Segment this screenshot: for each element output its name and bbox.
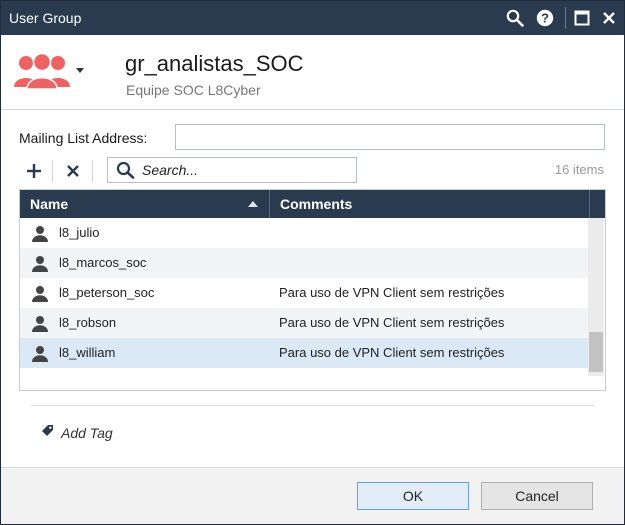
header-divider [1, 109, 624, 110]
members-table: Name Comments l8_julio l8_marcos_soc l8_… [19, 189, 606, 391]
column-header-comments[interactable]: Comments [280, 196, 352, 212]
user-group-dialog: User Group ? gr_analistas_SOC Equipe SOC… [0, 0, 625, 525]
member-name: l8_william [59, 345, 116, 360]
tag-icon [41, 424, 54, 442]
user-icon [32, 225, 48, 247]
dialog-footer: OK Cancel [1, 467, 624, 524]
user-icon [32, 285, 48, 307]
member-name: l8_marcos_soc [59, 255, 147, 270]
close-icon[interactable] [598, 7, 620, 29]
table-row-selected[interactable]: l8_william Para uso de VPN Client sem re… [20, 338, 589, 368]
remove-member-button[interactable] [60, 158, 86, 184]
table-header: Name Comments [20, 190, 605, 218]
user-icon [32, 255, 48, 277]
column-divider [589, 190, 590, 218]
title-separator [565, 7, 566, 29]
mailing-list-input[interactable] [175, 124, 605, 150]
mailing-list-label: Mailing List Address: [19, 130, 148, 146]
table-row[interactable]: l8_julio [20, 218, 589, 248]
plus-icon [27, 164, 41, 178]
tags-divider [31, 405, 594, 406]
maximize-icon[interactable] [571, 7, 593, 29]
window-title: User Group [9, 10, 82, 26]
x-icon [67, 165, 79, 177]
table-body: l8_julio l8_marcos_soc l8_peterson_soc P… [20, 218, 589, 368]
search-box[interactable] [107, 157, 357, 183]
toolbar-separator [52, 160, 53, 182]
member-name: l8_peterson_soc [59, 285, 155, 300]
scrollbar-thumb[interactable] [589, 332, 603, 372]
member-name: l8_robson [59, 315, 117, 330]
search-icon [116, 161, 136, 184]
add-tag-label: Add Tag [61, 425, 113, 441]
chevron-down-icon[interactable] [76, 68, 84, 73]
cancel-button[interactable]: Cancel [481, 482, 593, 510]
group-name: gr_analistas_SOC [125, 51, 304, 76]
member-name: l8_julio [59, 225, 100, 240]
sort-ascending-icon [248, 201, 258, 207]
table-row[interactable]: l8_peterson_soc Para uso de VPN Client s… [20, 278, 589, 308]
add-tag-button[interactable]: Add Tag [41, 423, 113, 443]
item-count: 16 items [554, 162, 604, 177]
vertical-scrollbar[interactable] [588, 218, 604, 376]
user-group-icon[interactable] [13, 52, 71, 90]
user-icon [32, 345, 48, 367]
group-header: gr_analistas_SOC Equipe SOC L8Cyber [1, 35, 624, 110]
member-comment: Para uso de VPN Client sem restrições [279, 315, 505, 330]
group-description: Equipe SOC L8Cyber [126, 82, 261, 98]
member-comment: Para uso de VPN Client sem restrições [279, 285, 505, 300]
user-icon [32, 315, 48, 337]
table-row[interactable]: l8_marcos_soc [20, 248, 589, 278]
table-row[interactable]: l8_robson Para uso de VPN Client sem res… [20, 308, 589, 338]
search-input[interactable] [142, 161, 342, 179]
add-member-button[interactable] [21, 158, 47, 184]
svg-text:?: ? [541, 11, 549, 26]
ok-button[interactable]: OK [357, 482, 469, 510]
toolbar-separator [92, 160, 93, 182]
help-icon[interactable]: ? [534, 7, 556, 29]
member-comment: Para uso de VPN Client sem restrições [279, 345, 505, 360]
search-icon[interactable] [504, 7, 526, 29]
column-divider[interactable] [269, 190, 270, 218]
title-bar[interactable]: User Group ? [1, 1, 624, 35]
column-header-name[interactable]: Name [30, 196, 68, 212]
